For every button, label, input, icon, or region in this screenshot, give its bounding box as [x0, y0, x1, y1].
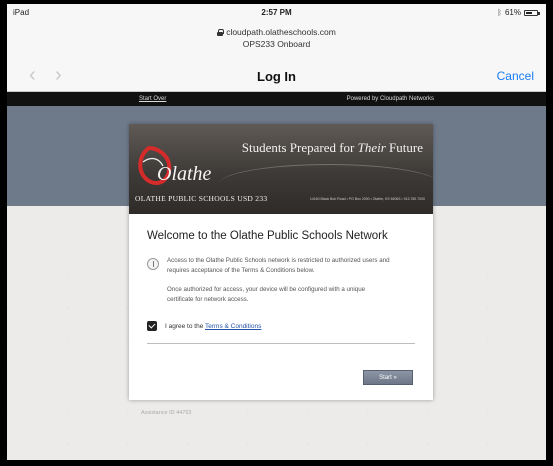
start-over-link[interactable]: Start Over — [139, 96, 166, 102]
card-body: Welcome to the Olathe Public Schools Net… — [129, 214, 433, 344]
olathe-logo-icon: Olathe — [138, 145, 212, 185]
agree-row: I agree to the Terms & Conditions — [147, 321, 415, 331]
banner-slogan: Students Prepared for Their Future — [242, 140, 423, 156]
url-bar[interactable]: cloudpath.olatheschools.com OPS233 Onboa… — [7, 22, 546, 60]
battery-indicator: ᛒ 61% — [497, 8, 540, 17]
battery-icon — [524, 9, 540, 16]
ipad-screen: iPad 2:57 PM ᛒ 61% cloudpath.olatheschoo… — [7, 4, 546, 460]
cancel-button[interactable]: Cancel — [497, 69, 534, 83]
agree-label: I agree to the Terms & Conditions — [165, 323, 261, 330]
url-host-text: cloudpath.olatheschools.com — [226, 27, 336, 37]
status-bar: iPad 2:57 PM ᛒ 61% — [7, 4, 546, 22]
lock-icon — [217, 28, 225, 36]
portal-header: Start Over Powered by Cloudpath Networks — [7, 92, 546, 106]
url-host: cloudpath.olatheschools.com — [217, 27, 336, 37]
logo-wordmark: Olathe — [157, 163, 212, 185]
agree-checkbox[interactable] — [147, 321, 157, 331]
info-paragraph-access: Access to the Olathe Public Schools netw… — [167, 257, 390, 274]
assistance-id: Assistance ID 44763 — [141, 410, 192, 416]
welcome-heading: Welcome to the Olathe Public Schools Net… — [147, 230, 388, 242]
district-name: OLATHE PUBLIC SCHOOLS USD 233 — [135, 194, 268, 203]
battery-percent: 61% — [504, 8, 521, 17]
district-address: 14160 Black Bob Road • PO Box 2000 • Ola… — [309, 197, 425, 201]
start-button[interactable]: Start » — [363, 370, 413, 385]
agree-prefix: I agree to the — [165, 322, 205, 330]
slogan-pre: Students Prepared for — [241, 140, 358, 155]
page-title: Log In — [257, 69, 296, 84]
powered-by-text: Powered by Cloudpath Networks — [346, 96, 434, 102]
status-time: 2:57 PM — [261, 8, 292, 17]
bluetooth-icon: ᛒ — [497, 8, 502, 17]
slogan-post: Future — [385, 140, 423, 155]
info-paragraph-certificate: Once authorized for access, your device … — [167, 286, 366, 303]
info-text: Access to the Olathe Public Schools netw… — [167, 256, 392, 305]
page-subtitle: OPS233 Onboard — [242, 38, 311, 49]
district-banner: Olathe Students Prepared for Their Futur… — [129, 124, 433, 214]
onboard-card: Olathe Students Prepared for Their Futur… — [129, 124, 433, 400]
info-block: Access to the Olathe Public Schools netw… — [147, 256, 415, 305]
info-icon — [147, 258, 159, 270]
slogan-em: Their — [357, 140, 386, 155]
nav-bar: ‹ › Log In Cancel — [7, 60, 546, 92]
card-divider — [147, 343, 415, 344]
terms-link[interactable]: Terms & Conditions — [205, 323, 261, 330]
